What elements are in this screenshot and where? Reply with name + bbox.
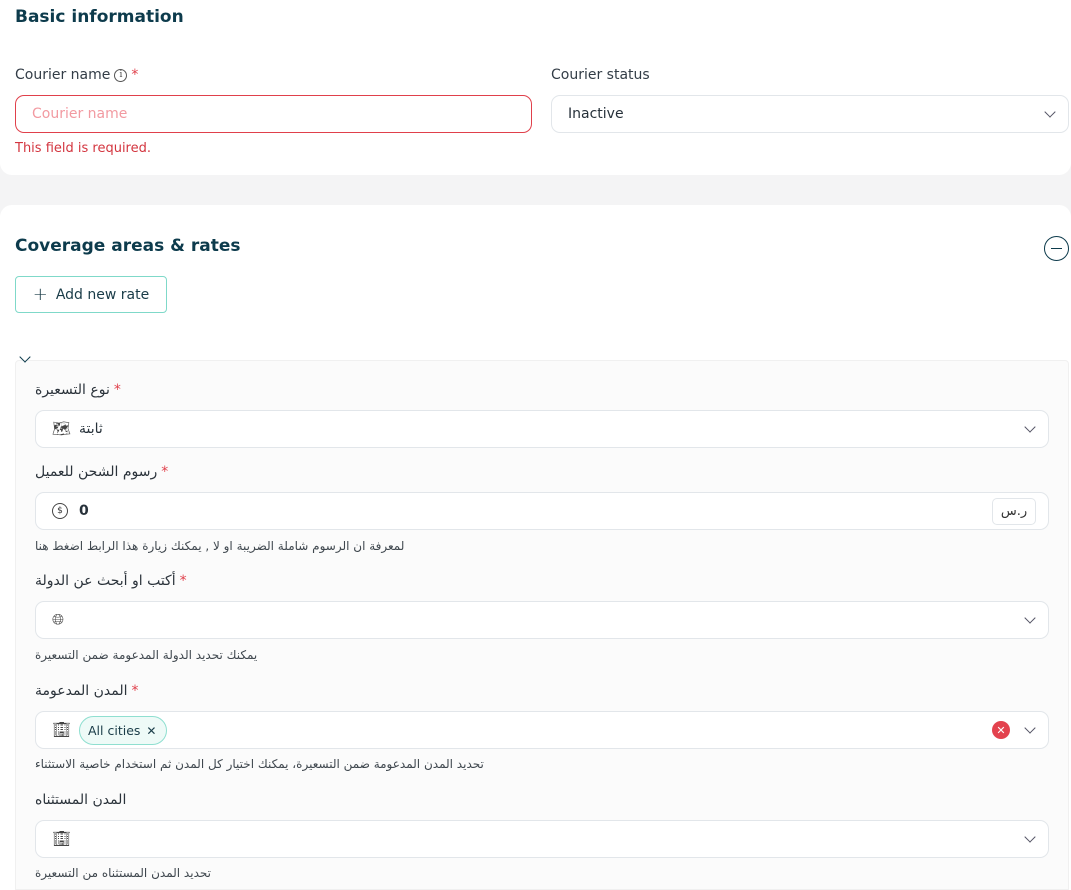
supported-cities-label: المدن المدعومة *: [35, 683, 139, 699]
supported-cities-select[interactable]: 🏢︎ All cities ✕ ✕: [35, 711, 1049, 749]
courier-status-value: Inactive: [568, 106, 624, 122]
required-mark: *: [161, 464, 169, 480]
excluded-cities-label: المدن المستثناه: [35, 792, 126, 808]
currency-badge: ر.س: [992, 498, 1036, 525]
all-cities-chip-label: All cities: [88, 723, 141, 738]
country-label: أكتب او أبحث عن الدولة *: [35, 573, 187, 589]
coin-icon: $: [52, 503, 68, 519]
country-label-text: أكتب او أبحث عن الدولة: [35, 573, 176, 589]
add-new-rate-label: Add new rate: [55, 286, 150, 303]
pricing-type-label-text: نوع التسعيرة: [35, 382, 110, 398]
courier-name-label-text: Courier name: [15, 67, 111, 83]
shipping-fee-value: 0: [79, 503, 89, 519]
shipping-fee-label: رسوم الشحن للعميل *: [35, 464, 168, 480]
courier-name-error: This field is required.: [15, 141, 151, 156]
pricing-type-value: ثابتة: [79, 421, 103, 437]
basic-information-title: Basic information: [15, 7, 184, 27]
courier-status-label: Courier status: [551, 67, 650, 83]
add-new-rate-button[interactable]: + Add new rate: [15, 276, 167, 313]
pricing-type-select[interactable]: 🗺︎ ثابتة: [35, 410, 1049, 448]
coverage-title: Coverage areas & rates: [15, 236, 241, 256]
country-hint: يمكنك تحديد الدولة المدعومة ضمن التسعيرة: [35, 648, 258, 662]
required-mark: *: [179, 573, 187, 589]
chevron-down-icon: [1024, 722, 1036, 734]
collapse-section-button[interactable]: [1044, 236, 1069, 261]
plus-icon: +: [32, 283, 48, 305]
info-icon[interactable]: i: [114, 68, 128, 82]
courier-status-select[interactable]: Inactive: [551, 95, 1069, 133]
courier-status-label-text: Courier status: [551, 67, 650, 83]
excluded-cities-label-text: المدن المستثناه: [35, 792, 127, 808]
map-icon: 🗺︎: [52, 419, 72, 438]
shipping-fee-label-text: رسوم الشحن للعميل: [35, 464, 158, 480]
chevron-down-icon: [1044, 106, 1056, 118]
courier-name-placeholder: Courier name: [32, 106, 128, 122]
globe-icon: 🌐︎: [52, 610, 65, 629]
required-mark: *: [113, 382, 121, 398]
courier-name-input[interactable]: Courier name: [15, 95, 532, 133]
required-mark: *: [131, 683, 139, 699]
chevron-down-icon: [1024, 612, 1036, 624]
required-mark: *: [131, 67, 139, 83]
chevron-down-icon: [1024, 421, 1036, 433]
supported-cities-hint: تحديد المدن المدعومة ضمن التسعيرة، يمكنك…: [35, 757, 484, 771]
clear-selection-icon[interactable]: ✕: [992, 721, 1010, 739]
country-select[interactable]: 🌐︎: [35, 601, 1049, 639]
supported-cities-label-text: المدن المدعومة: [35, 683, 128, 699]
building-icon: 🏢︎: [52, 829, 72, 848]
building-icon: 🏢︎: [52, 720, 72, 739]
close-icon[interactable]: ✕: [146, 724, 156, 738]
shipping-fee-hint[interactable]: لمعرفة ان الرسوم شاملة الضريبة او لا , ي…: [35, 539, 404, 553]
courier-name-label: Courier name i *: [15, 67, 138, 83]
excluded-cities-hint: تحديد المدن المستثناه من التسعيرة: [35, 866, 211, 880]
pricing-type-label: نوع التسعيرة *: [35, 382, 121, 398]
shipping-fee-input[interactable]: $ 0 ر.س: [35, 492, 1049, 530]
chevron-down-icon: [1024, 831, 1036, 843]
excluded-cities-select[interactable]: 🏢︎: [35, 820, 1049, 858]
all-cities-chip[interactable]: All cities ✕: [79, 716, 168, 745]
